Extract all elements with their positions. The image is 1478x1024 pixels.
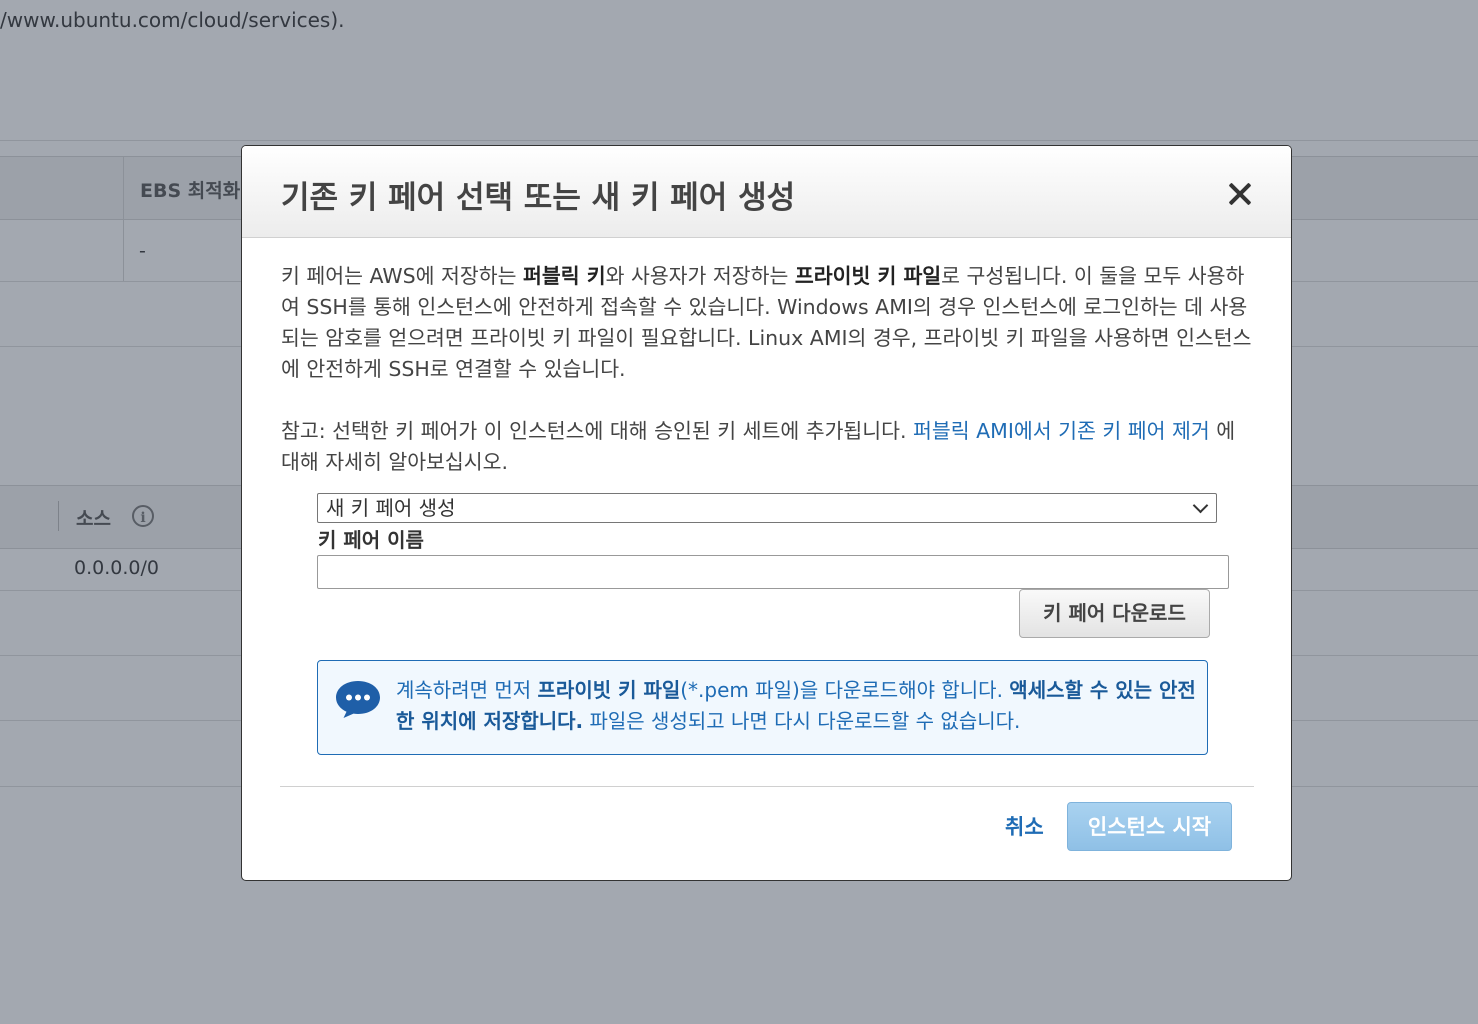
select-value: 새 키 페어 생성 [326,496,456,520]
speech-bubble-icon [336,681,380,718]
launch-instance-button[interactable]: 인스턴스 시작 [1067,802,1232,851]
download-key-pair-button[interactable]: 키 페어 다운로드 [1019,589,1210,638]
info-notice: 계속하려면 먼저 프라이빗 키 파일(*.pem 파일)을 다운로드해야 합니다… [317,660,1208,755]
intro-bold-public-key: 퍼블릭 키 [523,264,606,288]
intro-bold-private-key: 프라이빗 키 파일 [794,264,942,288]
key-pair-option-select[interactable]: 새 키 페어 생성 [317,493,1217,523]
key-pair-name-input[interactable] [317,555,1229,589]
notice-text: 계속하려면 먼저 프라이빗 키 파일(*.pem 파일)을 다운로드해야 합니다… [396,675,1196,737]
footer-divider [280,786,1254,787]
note-text: 참고: 선택한 키 페어가 이 인스턴스에 대해 승인된 키 세트에 추가됩니다… [281,419,914,443]
notice-text-part: (*.pem 파일)을 다운로드해야 합니다. [680,678,1010,702]
chevron-down-icon [1192,497,1209,514]
notice-bold-private-key: 프라이빗 키 파일 [537,678,681,702]
dialog-header: 기존 키 페어 선택 또는 새 키 페어 생성 [242,146,1291,238]
intro-paragraph: 키 페어는 AWS에 저장하는 퍼블릭 키와 사용자가 저장하는 프라이빗 키 … [281,261,1256,385]
cancel-button[interactable]: 취소 [1005,811,1044,841]
close-icon[interactable] [1226,180,1254,208]
intro-text: 키 페어는 AWS에 저장하는 [281,264,523,288]
remove-key-pair-link[interactable]: 퍼블릭 AMI에서 기존 키 페어 제거 [913,419,1210,443]
dialog-title: 기존 키 페어 선택 또는 새 키 페어 생성 [281,180,796,216]
intro-text: 와 사용자가 저장하는 [605,264,795,288]
notice-text-part: 파일은 생성되고 나면 다시 다운로드할 수 없습니다. [583,709,1021,733]
note-paragraph: 참고: 선택한 키 페어가 이 인스턴스에 대해 승인된 키 세트에 추가됩니다… [281,416,1256,478]
key-pair-dialog: 기존 키 페어 선택 또는 새 키 페어 생성 키 페어는 AWS에 저장하는 … [241,145,1292,881]
notice-text-part: 계속하려면 먼저 [396,678,538,702]
key-pair-name-label: 키 페어 이름 [318,528,424,552]
